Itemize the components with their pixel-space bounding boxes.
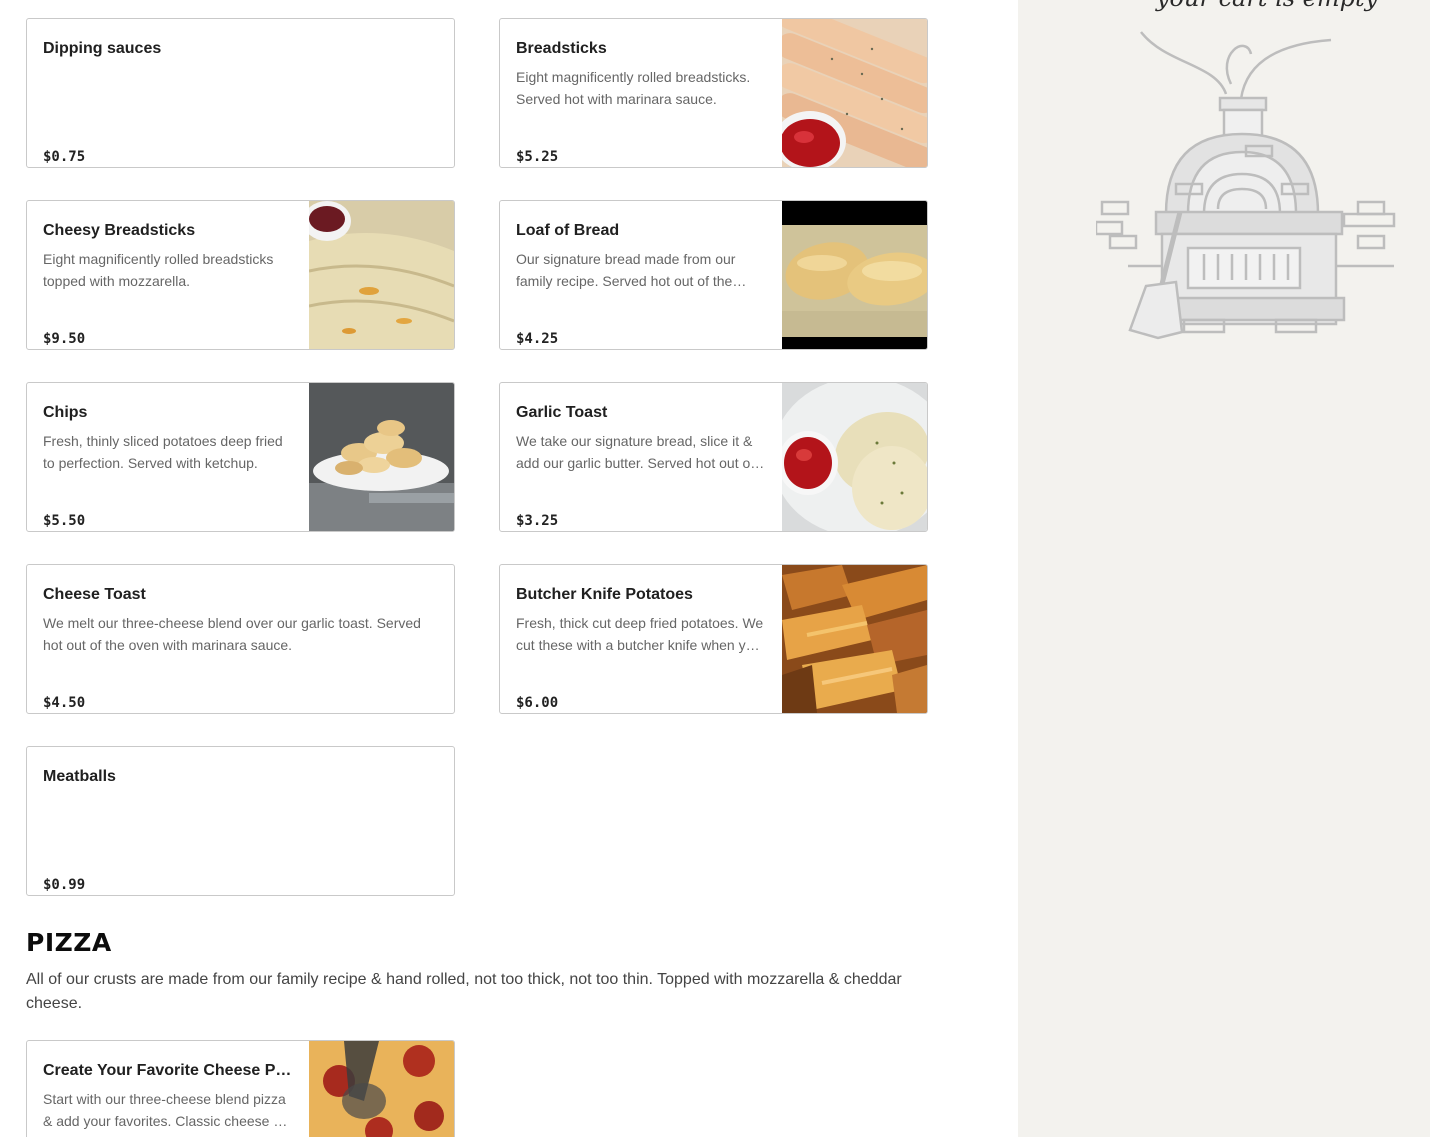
menu-item-card[interactable]: Dipping sauces $0.75 bbox=[26, 18, 455, 168]
menu-item-description: Eight magnificently rolled breadsticks. … bbox=[516, 69, 751, 107]
breadsticks-photo bbox=[782, 19, 927, 167]
menu-item-info: Create Your Favorite Cheese Pizza Start … bbox=[43, 1061, 294, 1137]
menu-area: Dipping sauces $0.75 Breadsticks Eight m… bbox=[0, 0, 1018, 1137]
menu-item-description: Eight magnificently rolled breadsticks t… bbox=[43, 251, 274, 289]
pizza-oven-icon bbox=[1096, 31, 1396, 340]
menu-item-price: $6.00 bbox=[516, 695, 559, 711]
menu-item-price: $9.50 bbox=[43, 331, 86, 347]
menu-item-info: Cheese Toast We melt our three-cheese bl… bbox=[43, 585, 438, 713]
menu-item-info: Cheesy Breadsticks Eight magnificently r… bbox=[43, 221, 294, 349]
menu-item-info: Garlic Toast We take our signature bread… bbox=[516, 403, 767, 531]
section-title-pizza: PIZZA bbox=[26, 928, 112, 957]
menu-item-info: Meatballs $0.99 bbox=[43, 767, 438, 895]
menu-item-info: Chips Fresh, thinly sliced potatoes deep… bbox=[43, 403, 294, 531]
menu-item-card[interactable]: Butcher Knife Potatoes Fresh, thick cut … bbox=[499, 564, 928, 714]
menu-item-description: Start with our three-cheese blend pizza … bbox=[43, 1091, 286, 1129]
menu-item-info: Butcher Knife Potatoes Fresh, thick cut … bbox=[516, 585, 767, 713]
menu-item-name: Breadsticks bbox=[516, 40, 607, 57]
menu-item-description bbox=[43, 794, 438, 838]
menu-item-name: Cheesy Breadsticks bbox=[43, 222, 196, 239]
menu-item-price: $4.25 bbox=[516, 331, 559, 347]
menu-item-card[interactable]: Create Your Favorite Cheese Pizza Start … bbox=[26, 1040, 455, 1137]
menu-item-name: Create Your Favorite Cheese Pizza bbox=[43, 1062, 294, 1079]
menu-item-card[interactable]: Loaf of Bread Our signature bread made f… bbox=[499, 200, 928, 350]
butcher-knife-potatoes-photo bbox=[782, 565, 927, 713]
pizza-photo bbox=[309, 1041, 454, 1137]
menu-item-name: Butcher Knife Potatoes bbox=[516, 586, 693, 603]
menu-item-info: Loaf of Bread Our signature bread made f… bbox=[516, 221, 767, 349]
section-description-pizza: All of our crusts are made from our fami… bbox=[26, 971, 902, 1012]
menu-item-card[interactable]: Breadsticks Eight magnificently rolled b… bbox=[499, 18, 928, 168]
garlic-toast-photo bbox=[782, 383, 927, 531]
menu-item-info: Breadsticks Eight magnificently rolled b… bbox=[516, 39, 767, 167]
menu-item-info: Dipping sauces $0.75 bbox=[43, 39, 438, 167]
menu-item-price: $5.50 bbox=[43, 513, 86, 529]
menu-item-card[interactable]: Meatballs $0.99 bbox=[26, 746, 455, 896]
menu-item-card[interactable]: Chips Fresh, thinly sliced potatoes deep… bbox=[26, 382, 455, 532]
menu-item-price: $0.75 bbox=[43, 149, 86, 165]
menu-item-price: $4.50 bbox=[43, 695, 86, 711]
cheesy-breadsticks-photo bbox=[309, 201, 454, 349]
menu-item-name: Meatballs bbox=[43, 768, 116, 785]
menu-item-description: We melt our three-cheese blend over our … bbox=[43, 615, 421, 653]
cart-empty-message: your cart is empty bbox=[1156, 0, 1378, 12]
menu-item-price: $5.25 bbox=[516, 149, 559, 165]
menu-item-card[interactable]: Garlic Toast We take our signature bread… bbox=[499, 382, 928, 532]
menu-item-description: Fresh, thinly sliced potatoes deep fried… bbox=[43, 433, 283, 471]
menu-item-name: Dipping sauces bbox=[43, 40, 162, 57]
menu-item-name: Loaf of Bread bbox=[516, 222, 620, 239]
cart-panel: your cart is empty bbox=[1018, 0, 1430, 1137]
menu-item-description: Fresh, thick cut deep fried potatoes. We… bbox=[516, 615, 764, 653]
menu-item-description: We take our signature bread, slice it & … bbox=[516, 433, 755, 471]
menu-item-card[interactable]: Cheese Toast We melt our three-cheese bl… bbox=[26, 564, 455, 714]
menu-item-name: Garlic Toast bbox=[516, 404, 608, 421]
menu-item-name: Chips bbox=[43, 404, 88, 421]
menu-item-description: Our signature bread made from our family… bbox=[516, 251, 736, 289]
menu-item-name: Cheese Toast bbox=[43, 586, 146, 603]
menu-item-price: $3.25 bbox=[516, 513, 559, 529]
chips-photo bbox=[309, 383, 454, 531]
menu-item-description bbox=[43, 66, 438, 110]
menu-item-price: $0.99 bbox=[43, 877, 86, 893]
menu-item-card[interactable]: Cheesy Breadsticks Eight magnificently r… bbox=[26, 200, 455, 350]
loaf-of-bread-photo bbox=[782, 201, 927, 349]
